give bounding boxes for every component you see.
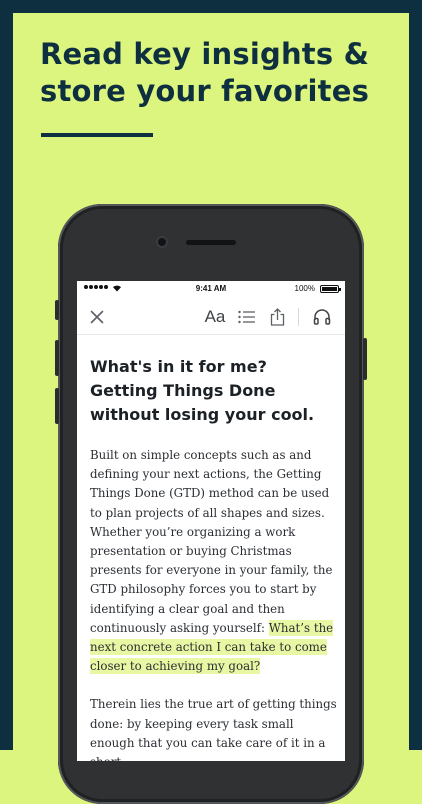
toolbar-divider [298,308,299,326]
silent-switch [55,300,59,320]
headline-underline [41,133,153,137]
article-paragraph: Built on simple concepts such as and def… [90,446,338,676]
article-paragraph: Therein lies the true art of getting thi… [90,697,337,761]
share-icon[interactable] [266,300,288,334]
battery-icon [320,285,341,293]
font-size-button[interactable]: Aa [201,300,229,334]
phone-screen: 9:41 AM 100% Aa What's in it for me? Get… [77,281,345,761]
volume-down-button [55,388,59,424]
battery-percent: 100% [294,284,315,293]
paragraph-text: Built on simple concepts such as and def… [90,448,333,635]
promo-headline: Read key insights & store your favorites [40,36,380,110]
article-content: What's in it for me? Getting Things Done… [90,355,338,761]
earpiece-speaker [186,240,236,245]
promo-headline-line2: store your favorites [40,74,370,108]
promo-headline-line1: Read key insights & [40,37,370,71]
status-bar: 9:41 AM 100% [77,281,345,297]
reader-toolbar: Aa [77,300,345,335]
front-camera [158,238,166,246]
chapter-title: What's in it for me? Getting Things Done… [90,357,315,424]
power-button [363,338,367,380]
close-icon[interactable] [87,300,107,334]
headphones-icon[interactable] [310,300,334,334]
list-icon[interactable] [236,300,258,334]
volume-up-button [55,340,59,376]
